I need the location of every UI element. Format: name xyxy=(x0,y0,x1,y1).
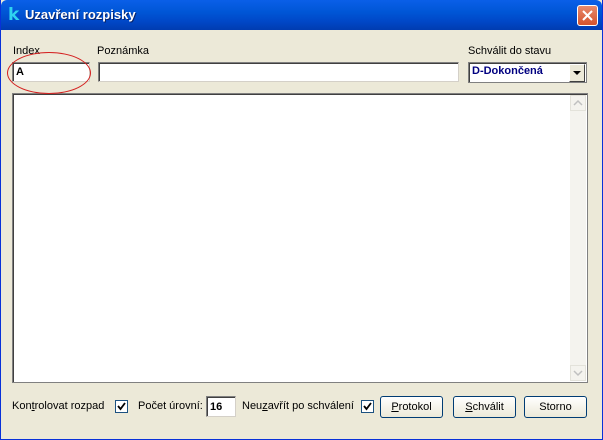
approve-button[interactable]: Schválit xyxy=(453,396,516,418)
vertical-scrollbar[interactable] xyxy=(570,95,586,381)
checkmark-icon xyxy=(363,402,372,411)
levels-field[interactable] xyxy=(206,396,236,417)
arrow-down-icon xyxy=(573,370,583,377)
scroll-up-button[interactable] xyxy=(570,95,586,111)
note-label: Poznámka xyxy=(97,45,149,57)
check-split-label: Kontrolovat rozpad xyxy=(12,400,105,412)
dropdown-button[interactable] xyxy=(569,64,585,82)
window-title: Uzavření rozpisky xyxy=(25,7,136,22)
title-bar[interactable]: k Uzavření rozpisky xyxy=(1,0,602,30)
scroll-down-button[interactable] xyxy=(570,365,586,381)
protocol-button[interactable]: Protokol xyxy=(380,396,443,418)
cancel-button[interactable]: Storno xyxy=(524,396,587,418)
arrow-up-icon xyxy=(573,99,583,106)
app-icon: k xyxy=(8,5,20,25)
chevron-down-icon xyxy=(573,71,581,75)
levels-label: Počet úrovní: xyxy=(138,400,203,412)
close-icon xyxy=(582,10,593,21)
index-label: Index xyxy=(13,45,40,57)
content-area[interactable] xyxy=(12,93,588,383)
approve-state-select[interactable]: D-Dokončená xyxy=(468,62,587,83)
check-split-checkbox[interactable] xyxy=(115,400,128,413)
close-button[interactable] xyxy=(577,5,598,26)
note-field[interactable] xyxy=(98,62,459,82)
dialog-window: k Uzavření rozpisky Index Poznámka Schvá… xyxy=(0,0,603,440)
checkmark-icon xyxy=(117,402,126,411)
no-close-checkbox[interactable] xyxy=(361,400,374,413)
approve-state-value: D-Dokončená xyxy=(472,65,543,77)
no-close-label: Neuzavřít po schválení xyxy=(242,400,354,412)
approve-state-label: Schválit do stavu xyxy=(468,45,552,57)
index-field[interactable] xyxy=(12,62,90,82)
